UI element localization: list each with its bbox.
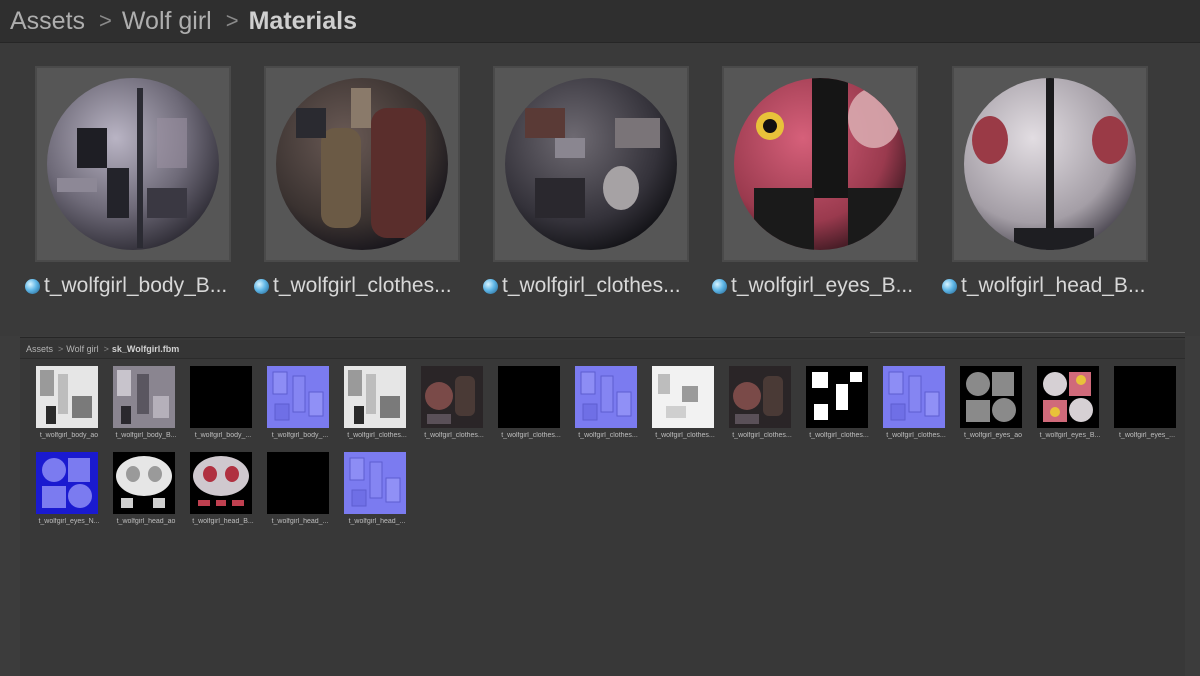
material-preview <box>952 66 1148 262</box>
texture-tile[interactable]: t_wolfgirl_clothes... <box>421 366 485 439</box>
texture-thumbnail <box>344 366 406 428</box>
texture-label: t_wolfgirl_clothes... <box>424 432 484 439</box>
material-sphere-icon <box>25 278 40 294</box>
texture-tile[interactable]: t_wolfgirl_body_B... <box>113 366 177 439</box>
material-name: t_wolfgirl_eyes_B... <box>731 274 914 297</box>
texture-label: t_wolfgirl_clothes... <box>501 432 561 439</box>
texture-tile[interactable]: t_wolfgirl_clothes... <box>652 366 716 439</box>
material-preview <box>493 66 689 262</box>
material-name: t_wolfgirl_clothes... <box>273 274 452 297</box>
material-tile[interactable]: t_wolfgirl_clothes... <box>254 66 464 297</box>
breadcrumb-assets[interactable]: Assets <box>0 7 85 36</box>
texture-tile[interactable]: t_wolfgirl_head_ao <box>113 452 177 525</box>
texture-tile[interactable]: t_wolfgirl_clothes... <box>806 366 870 439</box>
texture-label: t_wolfgirl_head_B... <box>192 518 254 525</box>
texture-thumbnail <box>36 452 98 514</box>
top-project-browser: Assets > Wolf girl > Materials t_wolfgir… <box>0 0 1200 336</box>
material-preview <box>264 66 460 262</box>
texture-thumbnail <box>36 366 98 428</box>
texture-tile[interactable]: t_wolfgirl_clothes... <box>498 366 562 439</box>
texture-tile[interactable]: t_wolfgirl_body_... <box>267 366 331 439</box>
breadcrumb-separator-icon: > <box>103 344 109 354</box>
texture-tile[interactable]: t_wolfgirl_eyes_... <box>1114 366 1178 439</box>
material-name: t_wolfgirl_head_B... <box>961 274 1146 297</box>
texture-thumbnail <box>344 452 406 514</box>
breadcrumb-folder[interactable]: sk_Wolfgirl.fbm <box>112 344 179 354</box>
texture-thumbnail <box>960 366 1022 428</box>
texture-label: t_wolfgirl_head_... <box>348 518 406 525</box>
breadcrumb-wolf-girl[interactable]: Wolf girl <box>66 344 98 354</box>
texture-label: t_wolfgirl_clothes... <box>886 432 946 439</box>
texture-label: t_wolfgirl_eyes_B... <box>1039 432 1101 439</box>
texture-thumbnail <box>498 366 560 428</box>
texture-thumbnail <box>113 452 175 514</box>
material-tile[interactable]: t_wolfgirl_body_B... <box>25 66 235 297</box>
breadcrumb-separator-icon: > <box>225 8 239 33</box>
material-name: t_wolfgirl_clothes... <box>502 274 681 297</box>
texture-thumbnail <box>883 366 945 428</box>
material-label: t_wolfgirl_head_B... <box>942 274 1172 298</box>
texture-thumbnail <box>267 366 329 428</box>
breadcrumb-separator-icon: > <box>99 8 112 33</box>
material-sphere-icon <box>483 278 498 294</box>
texture-label: t_wolfgirl_clothes... <box>809 432 869 439</box>
material-tile[interactable]: t_wolfgirl_head_B... <box>942 66 1152 297</box>
texture-thumbnail <box>652 366 714 428</box>
texture-label: t_wolfgirl_clothes... <box>732 432 792 439</box>
material-label: t_wolfgirl_clothes... <box>254 274 484 298</box>
texture-label: t_wolfgirl_body_ao <box>39 432 99 439</box>
material-tile[interactable]: t_wolfgirl_eyes_B... <box>712 66 922 297</box>
material-name: t_wolfgirl_body_B... <box>44 274 228 297</box>
breadcrumb: Assets > Wolf girl > sk_Wolfgirl.fbm <box>20 340 1185 359</box>
texture-thumbnail <box>113 366 175 428</box>
breadcrumb-wolf-girl[interactable]: Wolf girl <box>122 7 212 36</box>
texture-tile[interactable]: t_wolfgirl_clothes... <box>344 366 408 439</box>
material-preview <box>35 66 231 262</box>
texture-thumbnail <box>190 366 252 428</box>
breadcrumb-materials[interactable]: Materials <box>249 7 357 36</box>
texture-tile[interactable]: t_wolfgirl_body_... <box>190 366 254 439</box>
texture-thumbnail <box>575 366 637 428</box>
breadcrumb: Assets > Wolf girl > Materials <box>0 0 1200 43</box>
breadcrumb-separator-icon: > <box>58 344 64 354</box>
texture-thumbnail <box>190 452 252 514</box>
texture-tile[interactable]: t_wolfgirl_head_B... <box>190 452 254 525</box>
texture-label: t_wolfgirl_eyes_N... <box>38 518 100 525</box>
texture-tile[interactable]: t_wolfgirl_eyes_B... <box>1037 366 1101 439</box>
texture-tile[interactable]: t_wolfgirl_clothes... <box>729 366 793 439</box>
texture-thumbnail <box>421 366 483 428</box>
texture-thumbnail <box>1114 366 1176 428</box>
texture-thumbnail <box>806 366 868 428</box>
texture-tile[interactable]: t_wolfgirl_eyes_ao <box>960 366 1024 439</box>
texture-tile[interactable]: t_wolfgirl_body_ao <box>36 366 100 439</box>
material-tile[interactable]: t_wolfgirl_clothes... <box>483 66 693 297</box>
bottom-project-browser: Assets > Wolf girl > sk_Wolfgirl.fbm t_w… <box>20 332 1185 676</box>
texture-label: t_wolfgirl_head_ao <box>116 518 176 525</box>
material-preview <box>722 66 918 262</box>
texture-thumbnail <box>267 452 329 514</box>
material-sphere-icon <box>254 278 269 294</box>
texture-label: t_wolfgirl_head_... <box>271 518 329 525</box>
texture-tile[interactable]: t_wolfgirl_clothes... <box>883 366 947 439</box>
texture-label: t_wolfgirl_clothes... <box>655 432 715 439</box>
texture-label: t_wolfgirl_body_... <box>271 432 329 439</box>
material-sphere-icon <box>712 278 727 294</box>
texture-label: t_wolfgirl_eyes_... <box>1118 432 1176 439</box>
texture-thumbnail <box>1037 366 1099 428</box>
material-sphere-icon <box>942 278 957 294</box>
texture-thumbnail <box>729 366 791 428</box>
texture-tile[interactable]: t_wolfgirl_clothes... <box>575 366 639 439</box>
texture-tile[interactable]: t_wolfgirl_head_... <box>267 452 331 525</box>
material-label: t_wolfgirl_clothes... <box>483 274 713 298</box>
texture-tile[interactable]: t_wolfgirl_eyes_N... <box>36 452 100 525</box>
breadcrumb-assets[interactable]: Assets <box>20 344 53 354</box>
material-label: t_wolfgirl_body_B... <box>25 274 255 298</box>
texture-label: t_wolfgirl_eyes_ao <box>964 432 1022 439</box>
texture-tile[interactable]: t_wolfgirl_head_... <box>344 452 408 525</box>
texture-label: t_wolfgirl_body_B... <box>115 432 177 439</box>
texture-label: t_wolfgirl_body_... <box>194 432 252 439</box>
material-label: t_wolfgirl_eyes_B... <box>712 274 942 298</box>
texture-label: t_wolfgirl_clothes... <box>347 432 407 439</box>
texture-label: t_wolfgirl_clothes... <box>578 432 638 439</box>
